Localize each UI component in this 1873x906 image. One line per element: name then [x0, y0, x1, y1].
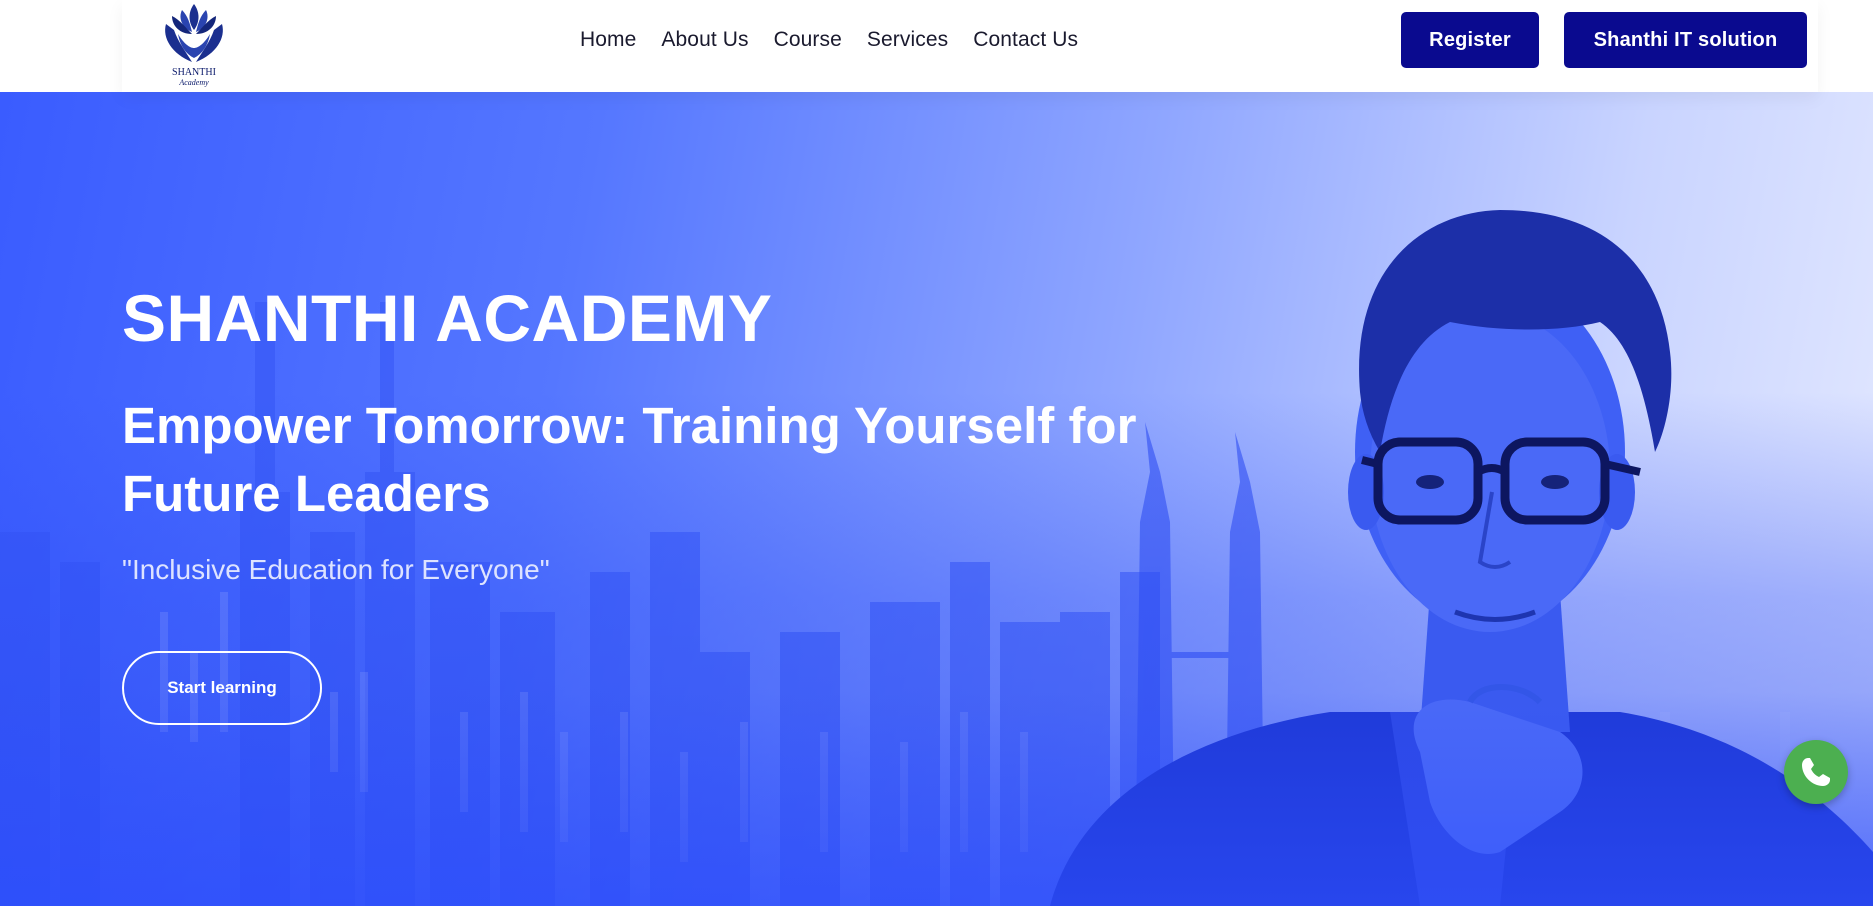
- shanthi-it-solution-button[interactable]: Shanthi IT solution: [1564, 12, 1807, 68]
- start-learning-button[interactable]: Start learning: [122, 651, 322, 725]
- site-logo[interactable]: SHANTHI Academy: [152, 0, 236, 92]
- hero-section: SHANTHI ACADEMY Empower Tomorrow: Traini…: [0, 92, 1873, 906]
- hero-subtitle: Empower Tomorrow: Training Yourself for …: [122, 397, 1137, 522]
- logo-name: SHANTHI: [172, 67, 216, 78]
- nav-course[interactable]: Course: [774, 28, 842, 52]
- nav-services[interactable]: Services: [867, 28, 948, 52]
- whatsapp-button[interactable]: [1784, 740, 1848, 804]
- nav-contact-us[interactable]: Contact Us: [973, 28, 1078, 52]
- site-header: SHANTHI Academy Home About Us Course Ser…: [122, 0, 1818, 92]
- logo-subtitle: Academy: [179, 78, 209, 87]
- hero-tagline: "Inclusive Education for Everyone": [122, 554, 550, 585]
- whatsapp-phone-icon: [1802, 758, 1830, 786]
- lotus-hands-icon: [165, 4, 223, 62]
- nav-about-us[interactable]: About Us: [661, 28, 748, 52]
- register-button[interactable]: Register: [1401, 12, 1539, 68]
- hero-title: SHANTHI ACADEMY: [122, 281, 773, 355]
- main-nav: Home About Us Course Services Contact Us: [580, 28, 1078, 52]
- nav-home[interactable]: Home: [580, 28, 636, 52]
